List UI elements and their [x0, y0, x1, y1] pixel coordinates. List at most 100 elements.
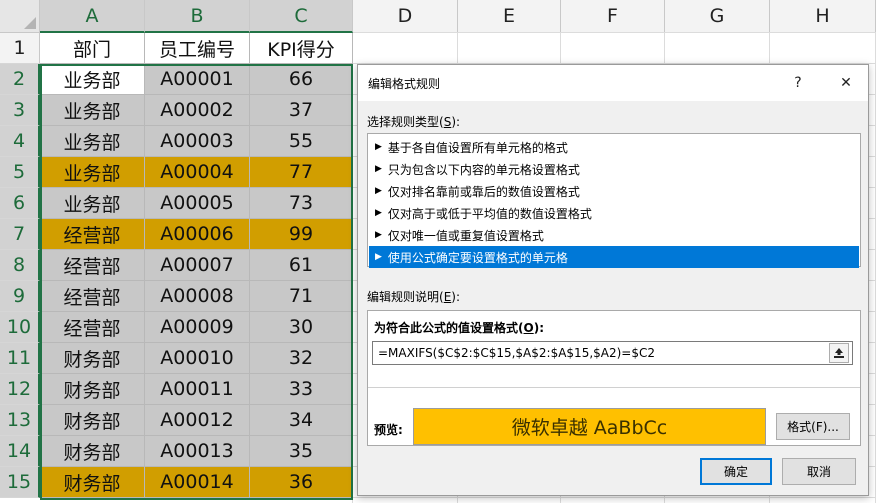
preview-label: 预览: [374, 423, 403, 437]
table-cell-id[interactable]: A00009 [145, 312, 250, 343]
row-header-8[interactable]: 8 [0, 250, 40, 281]
row-header-7[interactable]: 7 [0, 219, 40, 250]
bullet-triangle-icon: ▶ [375, 252, 382, 262]
table-cell-id[interactable]: A00014 [145, 467, 250, 498]
rule-type-item[interactable]: ▶ 基于各自值设置所有单元格的格式 [369, 136, 859, 158]
table-cell-kpi[interactable]: 71 [250, 281, 353, 312]
row-header-10[interactable]: 10 [0, 312, 40, 343]
table-cell-dept[interactable]: 业务部 [40, 188, 145, 219]
table-cell-id[interactable]: A00010 [145, 343, 250, 374]
table-cell-kpi[interactable]: 73 [250, 188, 353, 219]
close-icon[interactable]: ✕ [834, 71, 858, 95]
header-cell-kpi[interactable]: KPI得分 [250, 33, 353, 64]
rule-type-item[interactable]: ▶ 使用公式确定要设置格式的单元格 [369, 246, 859, 268]
column-header-a[interactable]: A [40, 0, 145, 33]
table-cell-dept[interactable]: 业务部 [40, 157, 145, 188]
formula-input[interactable]: =MAXIFS($C$2:$C$15,$A$2:$A$15,$A2)=$C2 [372, 341, 853, 365]
range-select-button[interactable] [829, 343, 849, 363]
table-cell-kpi[interactable]: 34 [250, 405, 353, 436]
row-header-6[interactable]: 6 [0, 188, 40, 219]
row-header-14[interactable]: 14 [0, 436, 40, 467]
table-cell-kpi[interactable]: 61 [250, 250, 353, 281]
select-all-corner[interactable] [0, 0, 40, 33]
collapse-dialog-icon [834, 348, 844, 358]
dialog-titlebar: 编辑格式规则 ? ✕ [358, 65, 868, 101]
ok-button[interactable]: 确定 [700, 458, 772, 485]
table-cell-dept[interactable]: 经营部 [40, 219, 145, 250]
table-cell-kpi[interactable]: 35 [250, 436, 353, 467]
table-cell-kpi[interactable]: 33 [250, 374, 353, 405]
table-cell-kpi[interactable]: 36 [250, 467, 353, 498]
gridline [353, 497, 876, 498]
row-header-15[interactable]: 15 [0, 467, 40, 498]
table-cell-id[interactable]: A00005 [145, 188, 250, 219]
column-header-f[interactable]: F [561, 0, 665, 33]
table-cell-dept[interactable]: 业务部 [40, 64, 145, 95]
row-header-2[interactable]: 2 [0, 64, 40, 95]
bullet-triangle-icon: ▶ [375, 208, 382, 218]
table-cell-dept[interactable]: 财务部 [40, 436, 145, 467]
formula-label: 为符合此公式的值设置格式(O): [374, 321, 544, 335]
rule-type-label: 仅对高于或低于平均值的数值设置格式 [387, 206, 592, 221]
format-preview: 微软卓越 AaBbCc [413, 408, 766, 445]
column-header-e[interactable]: E [458, 0, 561, 33]
row-header-12[interactable]: 12 [0, 374, 40, 405]
rule-type-label: 只为包含以下内容的单元格设置格式 [387, 162, 580, 177]
table-cell-id[interactable]: A00011 [145, 374, 250, 405]
cancel-button[interactable]: 取消 [782, 458, 856, 485]
row-header-1[interactable]: 1 [0, 33, 40, 64]
rule-type-list[interactable]: ▶ 基于各自值设置所有单元格的格式 ▶ 只为包含以下内容的单元格设置格式 ▶ 仅对排名靠前… [367, 133, 861, 268]
table-cell-dept[interactable]: 财务部 [40, 467, 145, 498]
row-header-4[interactable]: 4 [0, 126, 40, 157]
help-button[interactable]: ? [786, 71, 810, 95]
table-cell-id[interactable]: A00003 [145, 126, 250, 157]
table-cell-kpi[interactable]: 55 [250, 126, 353, 157]
table-cell-id[interactable]: A00001 [145, 64, 250, 95]
table-cell-kpi[interactable]: 30 [250, 312, 353, 343]
table-cell-id[interactable]: A00008 [145, 281, 250, 312]
table-cell-dept[interactable]: 经营部 [40, 250, 145, 281]
table-cell-id[interactable]: A00006 [145, 219, 250, 250]
edit-format-rule-dialog: 编辑格式规则 ? ✕ 选择规则类型(S): ▶ 基于各自值设置所有单元格的格式 ▶ 只… [357, 64, 869, 496]
header-cell-dept[interactable]: 部门 [40, 33, 145, 64]
rule-type-item[interactable]: ▶ 仅对排名靠前或靠后的数值设置格式 [369, 180, 859, 202]
column-header-h[interactable]: H [770, 0, 876, 33]
table-cell-id[interactable]: A00007 [145, 250, 250, 281]
column-header-d[interactable]: D [353, 0, 458, 33]
dialog-title: 编辑格式规则 [368, 77, 441, 91]
row-header-3[interactable]: 3 [0, 95, 40, 126]
table-cell-kpi[interactable]: 77 [250, 157, 353, 188]
bullet-triangle-icon: ▶ [375, 164, 382, 174]
table-cell-kpi[interactable]: 37 [250, 95, 353, 126]
table-cell-dept[interactable]: 经营部 [40, 312, 145, 343]
column-header-g[interactable]: G [665, 0, 770, 33]
rule-type-label: 基于各自值设置所有单元格的格式 [387, 140, 568, 155]
formula-text: =MAXIFS($C$2:$C$15,$A$2:$A$15,$A2)=$C2 [378, 346, 656, 360]
row-header-9[interactable]: 9 [0, 281, 40, 312]
table-cell-id[interactable]: A00013 [145, 436, 250, 467]
row-header-11[interactable]: 11 [0, 343, 40, 374]
table-cell-kpi[interactable]: 32 [250, 343, 353, 374]
bullet-triangle-icon: ▶ [375, 230, 382, 240]
rule-type-item[interactable]: ▶ 仅对高于或低于平均值的数值设置格式 [369, 202, 859, 224]
row-header-13[interactable]: 13 [0, 405, 40, 436]
table-cell-id[interactable]: A00002 [145, 95, 250, 126]
header-cell-id[interactable]: 员工编号 [145, 33, 250, 64]
row-header-5[interactable]: 5 [0, 157, 40, 188]
table-cell-dept[interactable]: 业务部 [40, 95, 145, 126]
rule-type-item[interactable]: ▶ 仅对唯一值或重复值设置格式 [369, 224, 859, 246]
table-cell-id[interactable]: A00004 [145, 157, 250, 188]
table-cell-dept[interactable]: 业务部 [40, 126, 145, 157]
column-header-c[interactable]: C [250, 0, 353, 33]
table-cell-dept[interactable]: 财务部 [40, 343, 145, 374]
table-cell-kpi[interactable]: 99 [250, 219, 353, 250]
table-cell-kpi[interactable]: 66 [250, 64, 353, 95]
table-cell-dept[interactable]: 经营部 [40, 281, 145, 312]
table-cell-dept[interactable]: 财务部 [40, 405, 145, 436]
column-header-b[interactable]: B [145, 0, 250, 33]
rule-type-item[interactable]: ▶ 只为包含以下内容的单元格设置格式 [369, 158, 859, 180]
select-all-triangle-icon [24, 17, 36, 29]
table-cell-id[interactable]: A00012 [145, 405, 250, 436]
format-button[interactable]: 格式(F)... [776, 413, 850, 440]
table-cell-dept[interactable]: 财务部 [40, 374, 145, 405]
